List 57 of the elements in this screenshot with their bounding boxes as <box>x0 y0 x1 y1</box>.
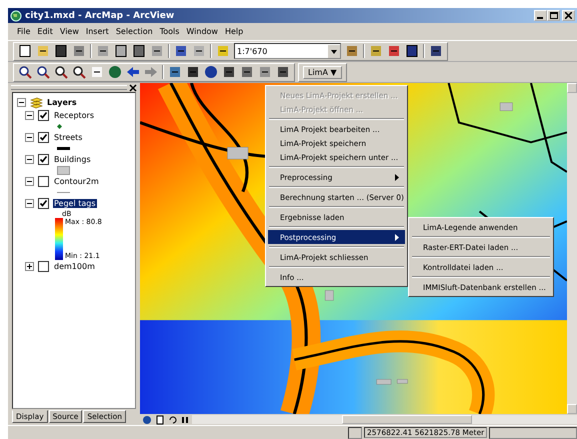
menu-item[interactable]: Selection <box>116 27 153 36</box>
status-panel <box>348 426 362 438</box>
layer-checkbox[interactable] <box>38 198 49 209</box>
caret-icon <box>328 44 340 58</box>
expand-icon[interactable] <box>25 262 34 271</box>
layer-checkbox[interactable] <box>38 176 49 187</box>
collapse-icon[interactable] <box>17 98 26 107</box>
lima-dropdown-button[interactable]: LimA ▼ <box>303 66 342 78</box>
fixed-zoom-in-icon[interactable] <box>54 65 68 79</box>
menu-item[interactable]: Insert <box>86 27 109 36</box>
zoom-out-icon[interactable] <box>36 65 50 79</box>
layer-name[interactable]: Pegel tags <box>53 199 97 208</box>
refresh-icon[interactable] <box>168 414 178 424</box>
collapse-icon[interactable] <box>25 177 34 186</box>
layer-name[interactable]: dem100m <box>53 262 96 271</box>
undo-icon[interactable] <box>174 44 188 58</box>
collapse-icon[interactable] <box>25 111 34 120</box>
color-ramp <box>55 218 63 260</box>
window-icon[interactable] <box>405 44 419 58</box>
fixed-zoom-out-icon[interactable] <box>72 65 86 79</box>
layer-name[interactable]: Streets <box>53 133 84 142</box>
layers-icon <box>30 96 43 108</box>
close-icon[interactable] <box>129 84 137 92</box>
scale-dropdown[interactable]: 1:7'670 <box>234 43 341 59</box>
menu-item[interactable]: Tools <box>160 27 180 36</box>
menu-item[interactable]: Window <box>186 27 218 36</box>
layer-name[interactable]: Contour2m <box>53 177 100 186</box>
pause-icon[interactable] <box>181 414 189 424</box>
menu-item[interactable]: Help <box>224 27 244 36</box>
close-icon <box>565 12 572 19</box>
layer-checkbox[interactable] <box>38 154 49 165</box>
collapse-icon[interactable] <box>25 199 34 208</box>
page-icon[interactable] <box>155 414 165 424</box>
layers-heading: Layers <box>47 98 77 107</box>
maximize-icon <box>550 12 558 19</box>
collapse-icon[interactable] <box>25 155 34 164</box>
layer-checkbox[interactable] <box>38 261 49 272</box>
collapse-icon[interactable] <box>25 133 34 142</box>
vertical-scrollbar[interactable] <box>567 83 577 414</box>
layer-checkbox[interactable] <box>38 110 49 121</box>
fill-symbol-icon <box>57 166 70 175</box>
point-symbol-icon <box>57 124 62 129</box>
line-symbol-icon <box>57 192 70 193</box>
back-arrow-icon[interactable] <box>126 65 140 79</box>
zoom-in-icon[interactable] <box>18 65 32 79</box>
horizontal-scrollbar[interactable] <box>192 415 577 424</box>
menu-item[interactable]: File <box>17 27 30 36</box>
menu-item[interactable]: Edit <box>37 27 53 36</box>
window-title: city1.mxd - ArcMap - ArcView <box>25 10 176 20</box>
line-symbol-icon <box>57 147 70 150</box>
layer-checkbox[interactable] <box>38 132 49 143</box>
minimize-button[interactable] <box>534 10 547 21</box>
menu-item[interactable]: View <box>60 27 79 36</box>
layer-name[interactable]: Buildings <box>53 155 92 164</box>
close-button[interactable] <box>562 10 575 21</box>
layer-name[interactable]: Receptors <box>53 111 96 120</box>
maximize-button[interactable] <box>547 10 560 21</box>
